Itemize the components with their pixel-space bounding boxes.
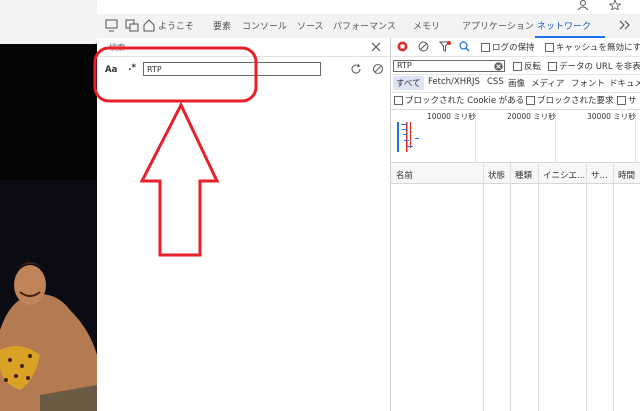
tab-console[interactable]: コンソール — [242, 19, 287, 32]
filter-document[interactable]: ドキュメ — [609, 77, 640, 89]
filter-font[interactable]: フォント — [571, 77, 605, 89]
column-initiator[interactable]: イニシエ... — [543, 169, 585, 181]
tab-application[interactable]: アプリケーション — [462, 19, 534, 32]
clear-filter-icon[interactable] — [494, 62, 503, 71]
invert-label: 反転 — [524, 62, 542, 72]
filter-js[interactable]: JS — [472, 77, 480, 87]
filter-media[interactable]: メディア — [531, 77, 564, 89]
column-type[interactable]: 種類 — [515, 169, 532, 181]
search-input[interactable]: RTP — [143, 62, 321, 76]
filter-images[interactable]: 画像 — [508, 77, 525, 89]
third-party-label: サ — [628, 96, 637, 106]
column-divider — [483, 163, 484, 411]
timeline-tick: 20000 ミリ秒 — [507, 112, 556, 121]
more-tabs-icon[interactable] — [618, 19, 632, 31]
tab-welcome[interactable]: ようこそ — [158, 19, 194, 32]
network-panel: ログの保持 キャッシュを無効にす RTP 反転 データの URL を非表示 すべ… — [391, 38, 640, 411]
web-page-area — [0, 0, 97, 411]
column-divider — [586, 163, 587, 411]
search-panel-title: 検索 — [109, 43, 125, 52]
search-panel-header: 検索 — [97, 38, 390, 57]
blocked-requests-checkbox[interactable] — [526, 96, 535, 105]
close-icon[interactable] — [371, 42, 381, 52]
favorites-icon[interactable] — [609, 0, 621, 10]
regex-button[interactable]: .* — [128, 63, 136, 73]
inspect-element-icon[interactable] — [125, 19, 139, 32]
network-toolbar: ログの保持 キャッシュを無効にす — [391, 38, 640, 57]
network-filter-input[interactable]: RTP — [393, 60, 505, 72]
filter-funnel-icon[interactable] — [439, 41, 451, 52]
tab-memory[interactable]: メモリ — [413, 19, 440, 32]
filter-css[interactable]: CSS — [487, 77, 504, 87]
profile-icon[interactable] — [577, 0, 589, 10]
column-time[interactable]: 時間 — [618, 169, 635, 181]
blocked-cookies-label: ブロックされた Cookie がある — [405, 96, 525, 106]
game-character-artwork — [0, 180, 97, 411]
hide-data-urls-label: データの URL を非表示 — [559, 62, 640, 72]
disable-cache-checkbox[interactable] — [545, 43, 554, 52]
search-icon[interactable] — [459, 41, 470, 52]
match-case-button[interactable]: Aa — [105, 65, 117, 75]
hide-data-urls-checkbox[interactable] — [548, 62, 557, 71]
home-icon[interactable] — [143, 19, 155, 32]
device-emulation-icon[interactable] — [105, 19, 119, 32]
column-divider — [613, 163, 614, 411]
devtools-window: ようこそ 要素 コンソール ソース パフォーマンス メモリ アプリケーション ネ… — [97, 0, 640, 411]
timeline-request-bars — [397, 122, 419, 152]
timeline-tick: 30000 ミリ秒 — [587, 112, 636, 121]
request-table-header: 名前 状態 種類 イニシエ... サ... 時間 — [391, 163, 640, 184]
refresh-icon[interactable] — [350, 63, 362, 75]
filter-fetch-xhr[interactable]: Fetch/XHR — [428, 77, 472, 87]
blocked-filters-row: ブロックされた Cookie がある ブロックされた要求 サ — [391, 92, 640, 110]
column-divider — [538, 163, 539, 411]
column-divider — [510, 163, 511, 411]
column-name[interactable]: 名前 — [396, 169, 413, 181]
blocked-requests-label: ブロックされた要求 — [537, 96, 614, 106]
column-size[interactable]: サ... — [591, 169, 608, 181]
tab-elements[interactable]: 要素 — [213, 19, 231, 32]
record-stop-icon[interactable] — [397, 41, 408, 52]
search-panel: 検索 Aa .* RTP — [97, 38, 391, 411]
preserve-log-checkbox[interactable] — [481, 43, 490, 52]
tab-network[interactable]: ネットワーク — [537, 19, 591, 32]
network-timeline-overview[interactable]: 10000 ミリ秒 20000 ミリ秒 30000 ミリ秒 — [391, 110, 640, 163]
resource-type-filters: すべて Fetch/XHR JS CSS 画像 メディア フォント ドキュメ — [391, 75, 640, 93]
disable-cache-label: キャッシュを無効にす — [556, 43, 640, 53]
preserve-log-label: ログの保持 — [492, 43, 535, 53]
invert-checkbox[interactable] — [513, 62, 522, 71]
tab-performance[interactable]: パフォーマンス — [333, 19, 396, 32]
browser-toolbar-curve — [0, 14, 97, 44]
column-status[interactable]: 状態 — [488, 169, 505, 181]
tab-sources[interactable]: ソース — [297, 19, 324, 32]
clear-search-icon[interactable] — [372, 63, 384, 75]
third-party-checkbox[interactable] — [617, 96, 626, 105]
blocked-cookies-checkbox[interactable] — [394, 96, 403, 105]
network-filter-value: RTP — [397, 61, 412, 70]
timeline-tick: 10000 ミリ秒 — [427, 112, 476, 121]
filter-all[interactable]: すべて — [393, 76, 424, 90]
network-filter-row: RTP 反転 データの URL を非表示 — [391, 57, 640, 75]
clear-log-icon[interactable] — [418, 41, 429, 52]
